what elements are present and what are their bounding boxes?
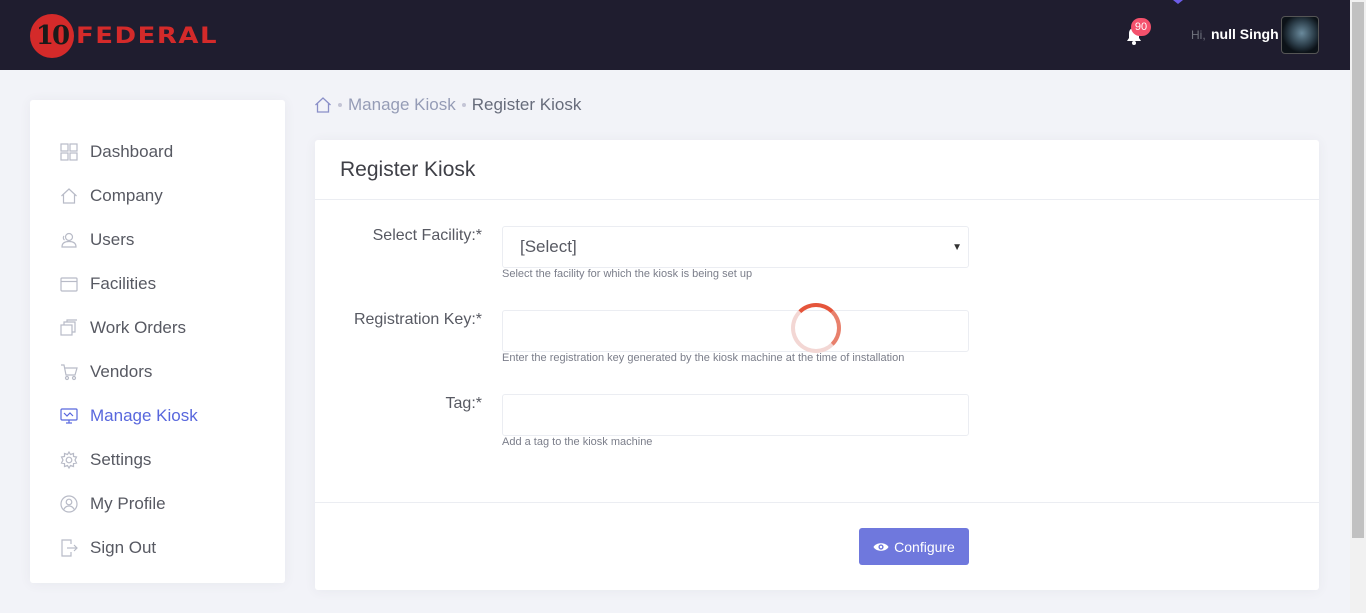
notification-badge: 90 [1131,18,1151,36]
gear-icon [60,451,78,469]
sidebar-item-dashboard[interactable]: Dashboard [60,140,173,164]
work-orders-icon [60,319,78,337]
divider [315,502,1319,503]
register-kiosk-panel: Register Kiosk Select Facility:* [Select… [315,140,1319,590]
facility-select-value: [Select] [520,237,577,256]
sidebar-item-label: Dashboard [90,142,174,161]
sidebar-item-label: Manage Kiosk [90,406,198,425]
sidebar-item-label: My Profile [90,494,166,513]
sidebar-item-users[interactable]: Users [60,228,134,252]
registration-key-input[interactable] [502,310,969,352]
tag-help-text: Add a tag to the kiosk machine [502,436,653,448]
home-icon[interactable] [314,96,332,114]
configure-button-label: Configure [894,538,955,555]
dropdown-caret-icon [1173,0,1183,4]
sign-out-icon [60,539,78,557]
sidebar: Dashboard Company Users Facilities Work … [30,100,285,583]
page-title: Register Kiosk [340,158,476,181]
sidebar-item-facilities[interactable]: Facilities [60,272,156,296]
user-name[interactable]: null Singh [1211,26,1279,42]
registration-key-help-text: Enter the registration key generated by … [502,352,905,364]
facility-label: Select Facility:* [372,227,482,244]
scrollbar-thumb[interactable] [1352,2,1364,538]
kiosk-icon [60,407,78,425]
registration-key-label: Registration Key:* [353,311,482,328]
facility-select[interactable]: [Select] ▼ [502,226,969,268]
avatar[interactable] [1281,16,1319,54]
eye-icon [873,542,889,551]
sidebar-item-work-orders[interactable]: Work Orders [60,316,186,340]
top-header: 10 FEDERAL 90 Hi, null Singh [0,0,1350,70]
sidebar-item-company[interactable]: Company [60,184,163,208]
breadcrumb-link-manage-kiosk[interactable]: Manage Kiosk [348,95,456,115]
sidebar-item-label: Work Orders [90,318,187,337]
chevron-down-icon: ▼ [952,242,962,253]
loading-spinner-icon [791,303,841,353]
tag-input[interactable] [502,394,969,436]
users-icon [60,231,78,249]
cart-icon [60,363,78,381]
sidebar-item-label: Sign Out [90,538,157,557]
divider [315,199,1319,200]
facilities-icon [60,275,78,293]
sidebar-item-label: Vendors [90,362,153,381]
dashboard-icon [60,143,78,161]
home-icon [60,187,78,205]
greeting-text: Hi, [1191,28,1206,42]
breadcrumb-separator [461,103,466,107]
tag-label: Tag:* [445,395,482,412]
sidebar-item-manage-kiosk[interactable]: Manage Kiosk [60,404,198,428]
profile-icon [60,495,78,513]
configure-button[interactable]: Configure [859,528,969,565]
sidebar-item-label: Company [90,186,163,205]
sidebar-item-vendors[interactable]: Vendors [60,360,152,384]
sidebar-item-label: Users [90,230,135,249]
sidebar-item-sign-out[interactable]: Sign Out [60,536,156,560]
logo-brand-text: FEDERAL [76,23,219,49]
breadcrumb-separator [338,103,342,107]
sidebar-item-my-profile[interactable]: My Profile [60,492,166,516]
brand-logo[interactable]: 10 FEDERAL [30,14,218,58]
sidebar-item-label: Settings [90,450,152,469]
sidebar-item-label: Facilities [90,274,157,293]
logo-number: 10 [30,14,74,58]
facility-help-text: Select the facility for which the kiosk … [502,268,753,280]
breadcrumb: Manage Kiosk Register Kiosk [314,94,581,116]
breadcrumb-current: Register Kiosk [471,95,582,114]
sidebar-item-settings[interactable]: Settings [60,448,151,472]
